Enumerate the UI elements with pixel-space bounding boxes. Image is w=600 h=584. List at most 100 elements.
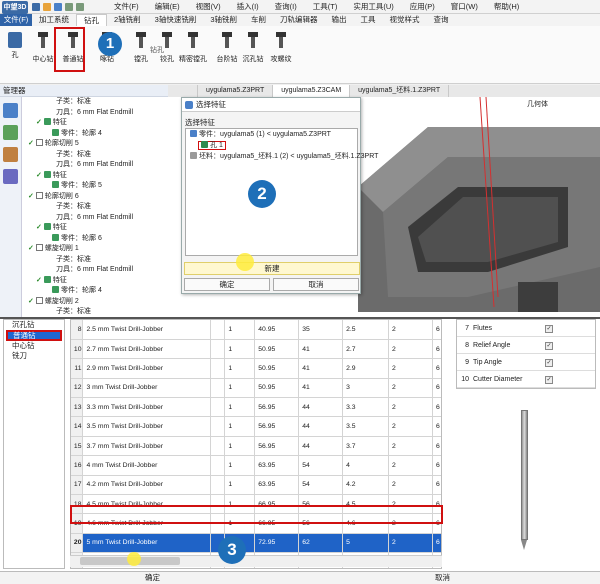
tree-row[interactable]: 子类：标准 [22, 202, 168, 213]
expand-icon[interactable]: ✓ [28, 193, 34, 200]
doc-tab[interactable]: uygulama5_坯料.1.Z3PRT [350, 85, 450, 97]
tree-row[interactable]: 零件：轮廓 6 [22, 233, 168, 245]
tree-row[interactable]: 刀具：6 mm Flat Endmill [22, 213, 168, 224]
tree-row[interactable]: 子类：标准 [22, 150, 168, 161]
view-icon[interactable] [3, 147, 18, 162]
table-cell: 54 [298, 475, 344, 496]
library-ok-button[interactable]: 确定 [70, 572, 235, 584]
tree-row[interactable]: ✓ 特征 [22, 223, 168, 234]
assembly-icon[interactable] [3, 169, 18, 184]
tool-table[interactable]: 8 2.5 mm Twist Drill-Jobber 1 40.95 35 2.5 2 6 1… [70, 319, 442, 569]
undo-icon[interactable] [65, 3, 73, 11]
ribbon-tab[interactable]: 视觉样式 [383, 14, 427, 26]
save-icon[interactable] [54, 3, 62, 11]
feature-item[interactable]: 坯料：uygulama5_坯料.1 (2) < uygulama5_坯料.1.Z… [186, 151, 378, 162]
tree-row[interactable]: ✓ 特征 [22, 275, 168, 287]
tree-row[interactable]: ✓ 轮廓切削 6 [22, 191, 168, 203]
tool-type-item[interactable]: 普通钻 [6, 330, 62, 341]
tree-row[interactable]: 零件：轮廓 5 [22, 181, 168, 192]
menu-item[interactable]: 帮助(H) [486, 1, 527, 13]
redo-icon[interactable] [76, 3, 84, 11]
table-row[interactable]: 8 2.5 mm Twist Drill-Jobber 1 40.95 35 2.5 2 6 [71, 320, 441, 340]
library-cancel-button[interactable]: 取消 [360, 572, 525, 584]
expand-icon[interactable]: ✓ [28, 245, 34, 252]
open-icon[interactable] [43, 3, 51, 11]
table-row[interactable]: 16 4 mm Twist Drill-Jobber 1 63.95 54 4 2 6 [71, 455, 441, 476]
tree-row[interactable]: ✓ 轮廓切削 5 [22, 139, 168, 150]
expand-icon[interactable]: ✓ [28, 140, 34, 147]
new-icon[interactable] [32, 3, 40, 11]
tree-row[interactable]: 子类：标准 [22, 97, 168, 108]
checkbox-icon[interactable] [35, 244, 43, 251]
checkbox-icon[interactable] [35, 139, 43, 146]
menu-item[interactable]: 应用(P) [402, 1, 443, 13]
tool-type-item[interactable]: 中心钻 [4, 341, 64, 351]
ribbon-tab[interactable]: 刀轨编辑器 [273, 14, 325, 26]
history-icon[interactable] [3, 103, 18, 118]
ok-button[interactable]: 确定 [184, 278, 270, 291]
property-checkbox[interactable]: ✓ [545, 359, 553, 367]
ribbon-button[interactable]: 沉孔钻 [238, 30, 268, 72]
cancel-button[interactable]: 取消 [273, 278, 359, 291]
ribbon-tab[interactable]: 查询 [427, 14, 456, 26]
doc-tab[interactable]: uygulama5.Z3CAM [273, 85, 351, 97]
tree-row[interactable]: ✓ 特征 [22, 170, 168, 182]
ribbon-button[interactable]: 攻螺纹 [266, 30, 296, 72]
new-button[interactable]: 新建 [184, 262, 360, 275]
table-row[interactable]: 10 2.7 mm Twist Drill-Jobber 1 50.95 41 2.7 2 6 [71, 339, 441, 360]
ribbon-tab[interactable]: 车削 [244, 14, 273, 26]
ribbon-tab[interactable]: 文件(F) [0, 14, 32, 26]
ribbon-tab[interactable]: 2轴铣削 [107, 14, 148, 26]
menu-item[interactable]: 文件(F) [106, 1, 147, 13]
checkbox-icon[interactable] [35, 296, 43, 304]
table-row[interactable]: 14 3.5 mm Twist Drill-Jobber 1 56.95 44 3.5 2 6 [71, 416, 441, 437]
tree-row[interactable]: 刀具：6 mm Flat Endmill [22, 160, 168, 171]
table-row[interactable]: 11 2.9 mm Twist Drill-Jobber 1 50.95 41 2.9 2 6 [71, 358, 441, 379]
tool-type-item[interactable]: 铣刀 [4, 351, 64, 361]
table-row[interactable]: 17 4.2 mm Twist Drill-Jobber 1 63.95 54 4.2 2 6 [71, 475, 441, 496]
tree-row[interactable]: 刀具：6 mm Flat Endmill [22, 265, 168, 276]
tree-row[interactable]: 子类：标准 [22, 255, 168, 266]
menu-item[interactable]: 视图(V) [188, 1, 229, 13]
table-row[interactable]: 205 mm Twist Drill-Jobber172.9562526 [71, 533, 441, 554]
ribbon-tab[interactable]: 3轴快速铣削 [148, 14, 204, 26]
ribbon-button[interactable]: 精密镗孔 [178, 30, 208, 72]
doc-tab[interactable]: uygulama5.Z3PRT [198, 85, 274, 97]
tree-row[interactable]: 零件：轮廓 4 [22, 128, 168, 140]
tool-type-item[interactable]: 沉孔钻 [4, 320, 64, 330]
menu-item[interactable]: 插入(I) [229, 1, 267, 13]
property-checkbox[interactable]: ✓ [545, 342, 553, 350]
ribbon-button[interactable]: 孔 [0, 30, 30, 72]
ribbon-tab[interactable]: 钻孔 [76, 14, 107, 26]
property-checkbox[interactable]: ✓ [545, 376, 553, 384]
tree-row[interactable]: ✓ 螺旋切削 1 [22, 244, 168, 255]
tree-row[interactable]: ✓ 特征 [22, 118, 168, 129]
table-row[interactable]: 12 3 mm Twist Drill-Jobber 1 50.95 41 3 2 6 [71, 378, 441, 399]
ribbon-tab[interactable]: 加工系统 [32, 14, 76, 26]
app-logo[interactable]: 中望3D [2, 1, 28, 14]
tree-row[interactable]: 子类：标准 [22, 307, 168, 317]
table-row[interactable]: 13 3.3 mm Twist Drill-Jobber 1 56.95 44 3.3 2 6 [71, 397, 441, 418]
ribbon-tab[interactable]: 输出 [325, 14, 354, 26]
table-cell: 6 [432, 455, 441, 476]
checkbox-icon[interactable] [35, 191, 43, 199]
expand-icon[interactable]: ✓ [28, 298, 34, 305]
tool-type-list[interactable]: 沉孔钻 普通钻 中心钻 铣刀 [3, 319, 65, 569]
menu-item[interactable]: 查询(I) [267, 1, 305, 13]
menu-item[interactable]: 工具(T) [305, 1, 346, 13]
viewport-filter-label[interactable]: 几何体 [527, 99, 548, 109]
ribbon-tab[interactable]: 3轴铣削 [203, 14, 244, 26]
feature-item-hole[interactable]: 孔 1 [186, 140, 357, 151]
menu-item[interactable]: 实用工具(U) [345, 1, 401, 13]
ribbon-tab[interactable]: 工具 [354, 14, 383, 26]
tree-row[interactable]: ✓ 螺旋切削 2 [22, 296, 168, 308]
property-checkbox[interactable]: ✓ [545, 325, 553, 333]
hole-icon [8, 32, 22, 48]
tree-row[interactable]: 刀具：6 mm Flat Endmill [22, 108, 168, 119]
feature-item[interactable]: 零件：uygulama5 (1) < uygulama5.Z3PRT [186, 129, 357, 140]
tree-row[interactable]: 零件：轮廓 4 [22, 286, 168, 297]
menu-item[interactable]: 编辑(E) [147, 1, 188, 13]
menu-item[interactable]: 窗口(W) [443, 1, 486, 13]
layer-icon[interactable] [3, 125, 18, 140]
table-row[interactable]: 15 3.7 mm Twist Drill-Jobber 1 56.95 44 3.7 2 6 [71, 436, 441, 457]
